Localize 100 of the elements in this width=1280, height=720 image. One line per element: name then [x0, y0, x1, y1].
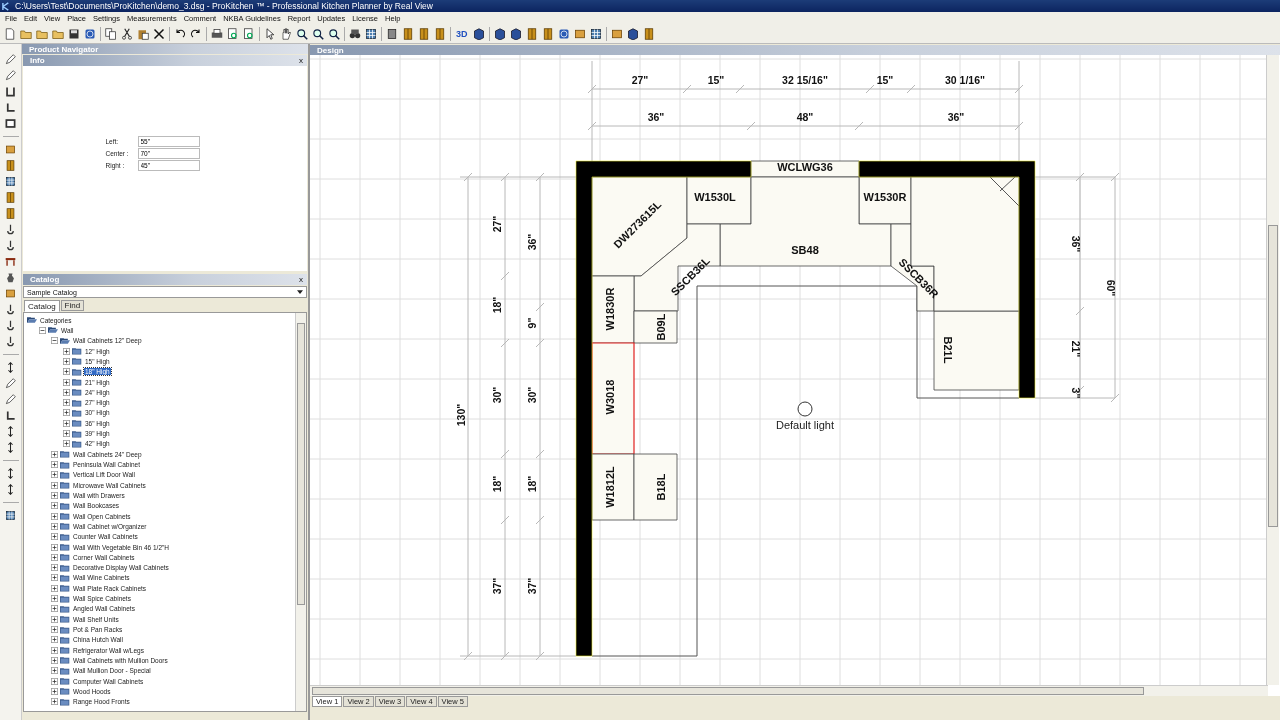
collapse-icon[interactable]	[51, 337, 58, 345]
expand-icon[interactable]	[51, 615, 58, 623]
door-icon[interactable]	[541, 27, 554, 40]
expand-icon[interactable]	[51, 522, 58, 530]
arrows-icon[interactable]	[5, 362, 16, 373]
grid-icon[interactable]	[365, 27, 377, 40]
grid-icon[interactable]	[5, 176, 16, 187]
zoom-icon[interactable]	[328, 27, 340, 40]
hook-icon[interactable]	[5, 320, 16, 331]
expand-icon[interactable]	[51, 481, 58, 489]
expand-icon[interactable]	[63, 347, 70, 355]
expand-icon[interactable]	[63, 440, 70, 448]
box-icon[interactable]	[573, 27, 586, 40]
print-preview-icon[interactable]	[243, 27, 255, 40]
door-icon[interactable]	[5, 208, 16, 219]
folder-icon[interactable]	[36, 27, 48, 40]
scrollbar[interactable]	[1266, 55, 1279, 685]
binoculars-icon[interactable]	[349, 27, 361, 40]
expand-icon[interactable]	[51, 574, 58, 582]
globe-icon[interactable]	[557, 27, 570, 40]
close-button[interactable]: x	[299, 56, 303, 65]
expand-icon[interactable]	[63, 430, 70, 438]
cabinet-icon[interactable]	[386, 27, 398, 40]
door-icon[interactable]	[5, 192, 16, 203]
arrows-icon[interactable]	[5, 442, 16, 453]
expand-icon[interactable]	[63, 419, 70, 427]
l-shape-icon[interactable]	[5, 410, 16, 421]
door-icon[interactable]	[642, 27, 655, 40]
expand-icon[interactable]	[51, 512, 58, 520]
expand-icon[interactable]	[51, 450, 58, 458]
folder-icon[interactable]	[20, 27, 32, 40]
expand-icon[interactable]	[63, 388, 70, 396]
expand-icon[interactable]	[51, 491, 58, 499]
redo-icon[interactable]	[190, 27, 202, 40]
expand-icon[interactable]	[51, 595, 58, 603]
cut-icon[interactable]	[121, 27, 133, 40]
expand-icon[interactable]	[51, 553, 58, 561]
expand-icon[interactable]	[51, 646, 58, 654]
scrollbar-thumb[interactable]	[1268, 225, 1278, 527]
arrows-icon[interactable]	[5, 468, 16, 479]
collapse-icon[interactable]	[39, 326, 46, 334]
wall[interactable]	[575, 160, 752, 657]
close-button[interactable]: x	[299, 275, 303, 284]
expand-icon[interactable]	[51, 502, 58, 510]
copy-icon[interactable]	[105, 27, 117, 40]
door-icon[interactable]	[525, 27, 538, 40]
expand-icon[interactable]	[51, 667, 58, 675]
expand-icon[interactable]	[51, 564, 58, 572]
l-shape-icon[interactable]	[5, 102, 16, 113]
grid-icon[interactable]	[5, 510, 16, 521]
light-marker[interactable]	[797, 401, 813, 417]
expand-icon[interactable]	[51, 636, 58, 644]
expand-icon[interactable]	[63, 399, 70, 407]
box-icon[interactable]	[5, 288, 16, 299]
globe-icon[interactable]	[84, 27, 96, 40]
expand-icon[interactable]	[51, 461, 58, 469]
view-3d-button[interactable]: 3D	[455, 28, 469, 39]
hand-icon[interactable]	[280, 27, 292, 40]
pointer-icon[interactable]	[264, 27, 276, 40]
cabinet[interactable]	[591, 275, 635, 344]
pencil-icon[interactable]	[5, 394, 16, 405]
cabinet[interactable]	[633, 453, 678, 521]
u-shape-icon[interactable]	[5, 86, 16, 97]
square-icon[interactable]	[5, 118, 16, 129]
print-preview-icon[interactable]	[227, 27, 239, 40]
expand-icon[interactable]	[51, 656, 58, 664]
floor-plan-canvas[interactable]	[310, 55, 1266, 685]
delete-icon[interactable]	[153, 27, 165, 40]
hook-icon[interactable]	[5, 304, 16, 315]
zoom-icon[interactable]	[296, 27, 308, 40]
grid-icon[interactable]	[589, 27, 602, 40]
arrows-icon[interactable]	[5, 426, 16, 437]
zoom-icon[interactable]	[312, 27, 324, 40]
door-icon[interactable]	[434, 27, 446, 40]
pencil-icon[interactable]	[5, 378, 16, 389]
table-icon[interactable]	[5, 256, 16, 267]
wall[interactable]	[858, 160, 1036, 399]
expand-icon[interactable]	[63, 378, 70, 386]
door-icon[interactable]	[402, 27, 414, 40]
cabinet[interactable]	[686, 176, 752, 225]
tab[interactable]: Catalog	[24, 300, 60, 312]
save-icon[interactable]	[68, 27, 80, 40]
vase-icon[interactable]	[5, 272, 16, 283]
cabinet[interactable]	[750, 160, 860, 178]
hook-icon[interactable]	[5, 336, 16, 347]
expand-icon[interactable]	[51, 687, 58, 695]
box-icon[interactable]	[610, 27, 623, 40]
expand-icon[interactable]	[51, 471, 58, 479]
hook-icon[interactable]	[5, 224, 16, 235]
scrollbar-thumb[interactable]	[297, 323, 305, 605]
box-icon[interactable]	[5, 144, 16, 155]
undo-icon[interactable]	[174, 27, 186, 40]
cabinet[interactable]	[591, 453, 635, 521]
expand-icon[interactable]	[51, 605, 58, 613]
print-icon[interactable]	[211, 27, 223, 40]
hook-icon[interactable]	[5, 240, 16, 251]
expand-icon[interactable]	[51, 626, 58, 634]
scrollbar[interactable]	[295, 313, 306, 711]
pencil-icon[interactable]	[5, 54, 16, 65]
pencil-icon[interactable]	[5, 70, 16, 81]
